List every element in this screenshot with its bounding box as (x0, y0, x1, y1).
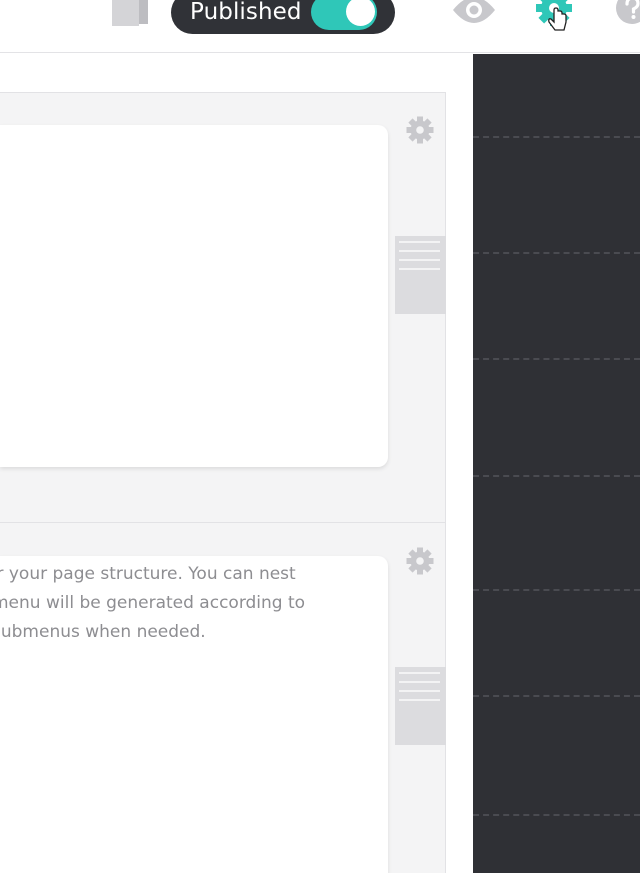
section-divider (473, 358, 640, 360)
help-icon[interactable] (612, 0, 640, 29)
gear-icon[interactable] (405, 115, 435, 145)
section-divider (473, 252, 640, 254)
block-text-line: submenus when needed. (0, 622, 206, 642)
section-divider (473, 814, 640, 816)
drag-handle-lines (399, 241, 440, 277)
drag-handle-lines (399, 672, 440, 708)
page-icon[interactable] (112, 0, 148, 28)
block-text: er your page structure. You can nest men… (0, 560, 385, 647)
section-divider (473, 136, 640, 138)
section-divider (473, 695, 640, 697)
block-text-line: menu will be generated according to (0, 593, 306, 613)
gear-icon[interactable] (405, 546, 435, 576)
gear-icon[interactable] (532, 0, 578, 32)
section-divider (473, 475, 640, 477)
top-toolbar: Published (0, 0, 640, 53)
structure-panel (473, 54, 640, 873)
publish-toggle-label: Published (190, 0, 302, 25)
eye-icon[interactable] (451, 0, 497, 26)
section-divider (473, 589, 640, 591)
block-text-line: er your page structure. You can nest (0, 564, 296, 584)
block-card[interactable] (0, 125, 388, 467)
